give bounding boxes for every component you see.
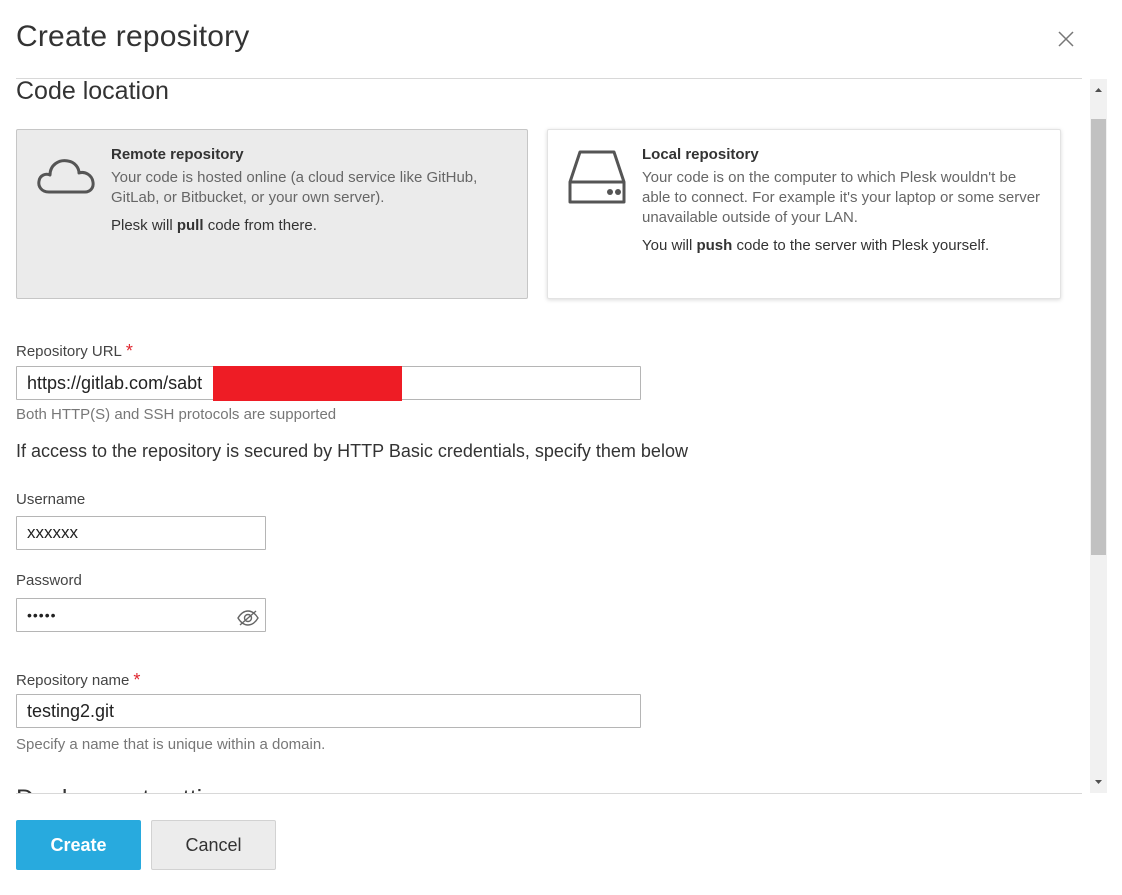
- cloud-icon: [35, 144, 99, 208]
- cancel-button[interactable]: Cancel: [151, 820, 276, 870]
- scrollbar[interactable]: [1090, 79, 1107, 793]
- local-repository-card[interactable]: Local repository Your code is on the com…: [547, 129, 1061, 299]
- create-button[interactable]: Create: [16, 820, 141, 870]
- remote-card-title: Remote repository: [111, 146, 244, 163]
- repository-name-hint: Specify a name that is unique within a d…: [16, 736, 326, 753]
- close-icon[interactable]: [1054, 27, 1078, 51]
- scroll-down-arrow-icon[interactable]: [1090, 771, 1107, 793]
- password-label: Password: [16, 572, 82, 589]
- remote-card-note: Plesk will pull code from there.: [111, 217, 317, 234]
- credentials-info-text: If access to the repository is secured b…: [16, 441, 688, 461]
- remote-repository-card[interactable]: Remote repository Your code is hosted on…: [16, 129, 528, 299]
- repository-url-label: Repository URL *: [16, 341, 133, 361]
- dialog-content: Code location Remote repository Your cod…: [0, 79, 1090, 793]
- section-title-deployment: Deployment settings: [16, 779, 243, 793]
- local-card-title: Local repository: [642, 146, 759, 163]
- local-card-note: You will push code to the server with Pl…: [642, 237, 990, 254]
- required-marker: *: [133, 670, 141, 690]
- remote-card-description: Your code is hosted online (a cloud serv…: [111, 169, 478, 206]
- dialog-title: Create repository: [16, 20, 250, 53]
- scrollbar-thumb[interactable]: [1091, 119, 1106, 555]
- username-input[interactable]: xxxxxx: [16, 516, 266, 550]
- section-title-code-location: Code location: [16, 79, 169, 105]
- footer-divider: [16, 793, 1082, 794]
- password-input[interactable]: •••••: [16, 598, 266, 632]
- scroll-up-arrow-icon[interactable]: [1090, 79, 1107, 101]
- repository-url-hint: Both HTTP(S) and SSH protocols are suppo…: [16, 406, 337, 423]
- eye-slash-icon[interactable]: [237, 606, 259, 626]
- hard-drive-icon: [566, 144, 630, 208]
- redaction-block: [213, 366, 402, 401]
- local-card-description: Your code is on the computer to which Pl…: [642, 169, 1041, 226]
- repository-name-input[interactable]: testing2.git: [16, 694, 641, 728]
- repository-name-label: Repository name *: [16, 670, 141, 690]
- username-label: Username: [16, 491, 86, 508]
- required-marker: *: [125, 341, 133, 361]
